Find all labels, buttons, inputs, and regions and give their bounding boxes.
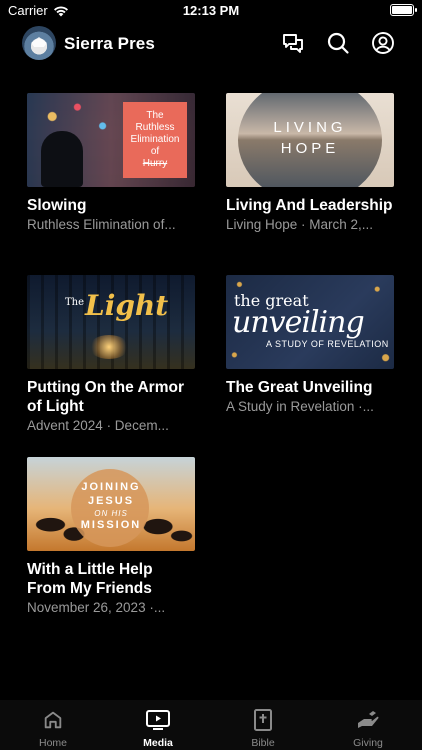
tab-label: Bible [251, 737, 275, 749]
thumb-text: The [146, 110, 164, 121]
clock: 12:13 PM [182, 3, 240, 18]
tab-home[interactable]: Home [13, 708, 93, 749]
status-bar: Carrier 12:13 PM [0, 0, 422, 22]
thumb-text: Hurry [142, 158, 168, 169]
media-card-slowing[interactable]: The Ruthless Elimination of Hurry Slowin… [27, 93, 195, 233]
card-subtitle: Living Hope · March 2,... [226, 217, 374, 232]
chat-icon [283, 34, 303, 53]
media-card-little-help[interactable]: JOINING JESUS ON HIS MISSION With a Litt… [27, 457, 195, 616]
media-card-living-and-leadership[interactable]: LIVING HOPE Living And Leadership Living… [226, 93, 394, 233]
home-icon [44, 711, 62, 729]
card-subtitle: November 26, 2023 ·... [27, 600, 166, 615]
tab-label: Giving [353, 737, 383, 749]
media-card-great-unveiling[interactable]: the great unveiling A STUDY OF REVELATIO… [226, 275, 394, 415]
card-title: Slowing [27, 197, 87, 214]
bible-icon [254, 709, 272, 731]
chat-button[interactable] [281, 31, 305, 55]
battery-icon [390, 4, 417, 16]
tab-media[interactable]: Media [118, 708, 198, 749]
church-logo[interactable] [22, 26, 56, 60]
card-title: With a Little Help From My Friends [27, 561, 153, 597]
thumb-text: The [65, 297, 85, 308]
giving-icon [358, 711, 379, 728]
search-icon [327, 32, 349, 54]
tab-giving[interactable]: Giving [328, 708, 408, 749]
thumb-text: A STUDY OF REVELATION [266, 339, 389, 349]
card-thumbnail: JOINING JESUS ON HIS MISSION [27, 457, 195, 551]
card-thumbnail: The Ruthless Elimination of Hurry [27, 93, 195, 187]
card-title: The Great Unveiling [226, 379, 373, 396]
app-header: Sierra Pres [0, 26, 422, 62]
thumb-text: Light [85, 289, 169, 322]
thumb-text: Elimination [130, 134, 180, 145]
card-thumbnail: The Light [27, 275, 195, 369]
account-icon [372, 32, 394, 54]
thumb-text: HOPE [280, 140, 340, 157]
thumb-text: ON HIS [94, 509, 128, 518]
card-title: Living And Leadership [226, 197, 393, 214]
card-thumbnail: the great unveiling A STUDY OF REVELATIO… [226, 275, 394, 369]
tab-bar: Home Media Bible Giving [0, 700, 422, 750]
tab-label: Home [38, 737, 67, 749]
thumb-text: Ruthless [135, 122, 175, 133]
card-subtitle: Ruthless Elimination of... [27, 217, 176, 232]
app-title: Sierra Pres [64, 34, 155, 53]
card-subtitle: Advent 2024 · Decem... [27, 418, 169, 433]
thumb-text: JOINING [81, 481, 141, 493]
card-thumbnail: LIVING HOPE [226, 93, 394, 187]
tab-bible[interactable]: Bible [223, 708, 303, 749]
thumb-text: of [150, 146, 160, 157]
thumb-text: LIVING [273, 119, 347, 136]
thumb-text: JESUS [87, 495, 135, 507]
thumb-text: unveiling [232, 305, 365, 340]
profile-button[interactable] [371, 31, 395, 55]
card-title: Putting On the Armor of Light [27, 379, 184, 415]
thumb-text: MISSION [80, 519, 142, 531]
card-subtitle: A Study in Revelation ·... [226, 399, 374, 414]
tab-label: Media [143, 737, 173, 749]
play-icon [146, 710, 170, 730]
search-button[interactable] [326, 31, 350, 55]
media-card-armor-of-light[interactable]: The Light Putting On the Armor of Light … [27, 275, 195, 434]
